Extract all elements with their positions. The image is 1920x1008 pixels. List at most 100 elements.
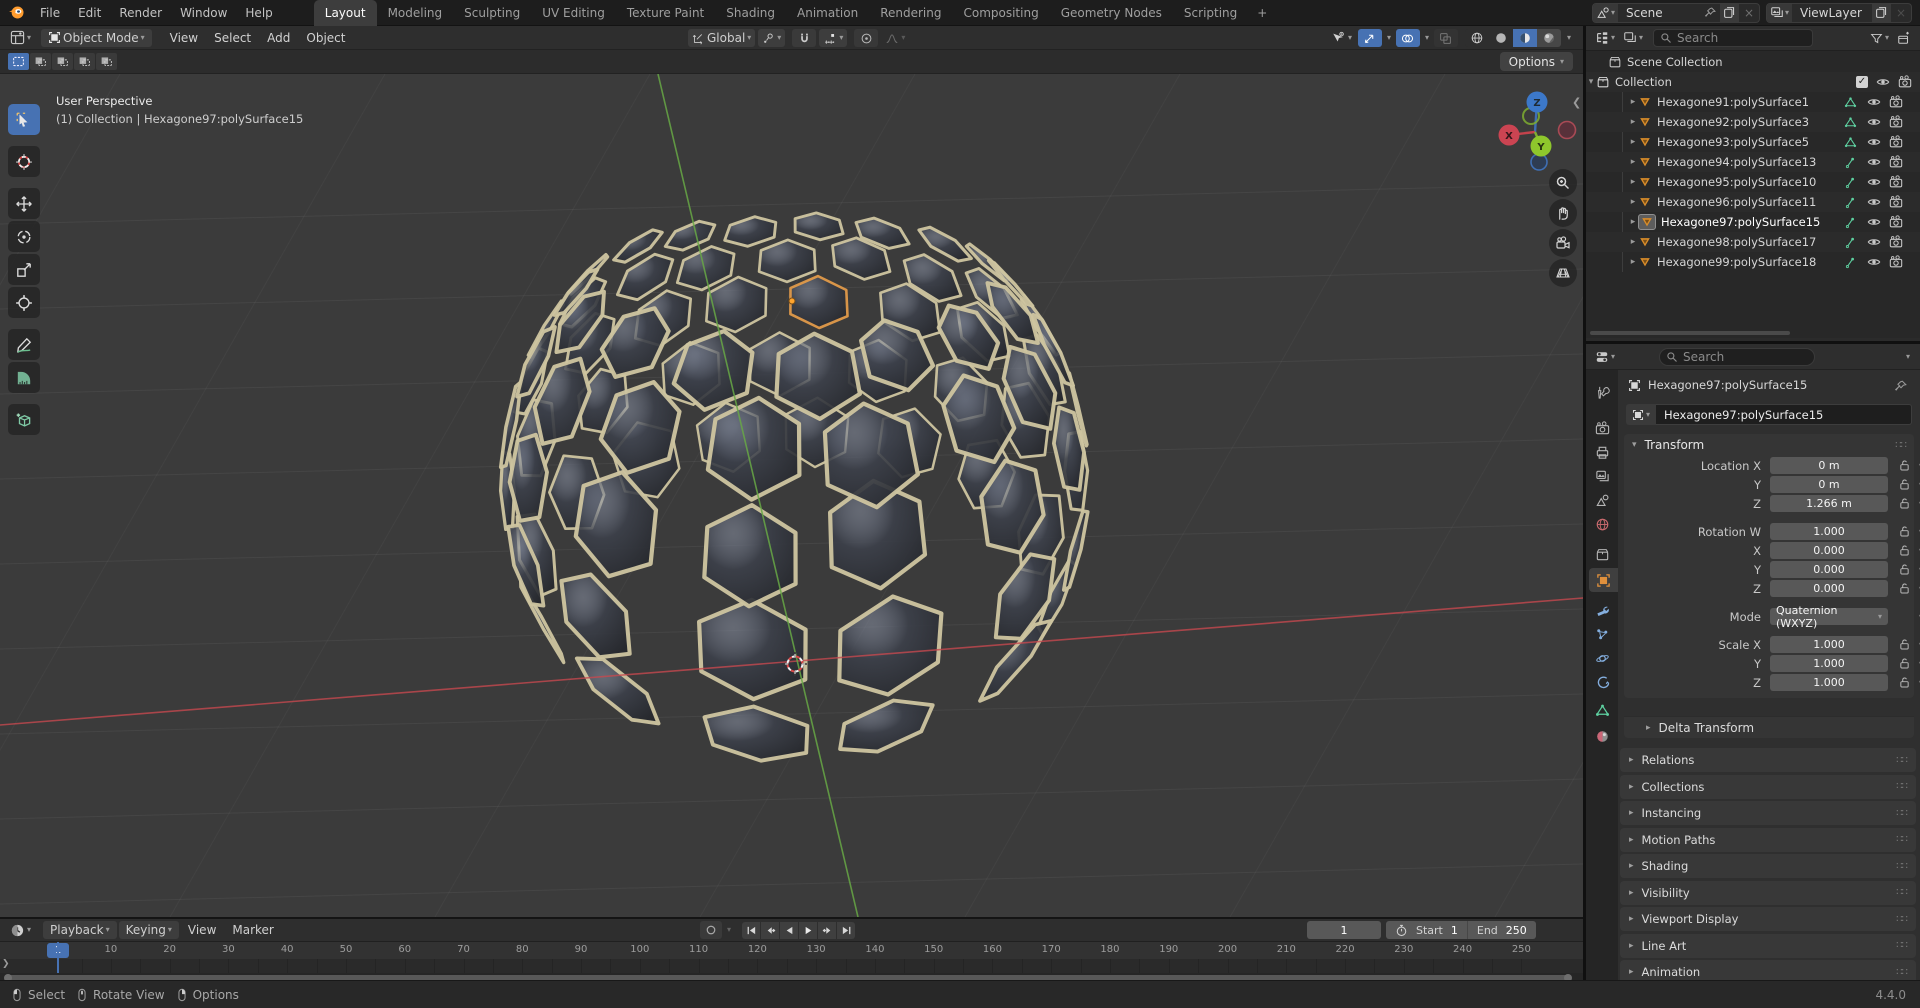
section-visibility[interactable]: ▸Visibility∷∷ [1620, 881, 1916, 905]
collection-expand-icon[interactable]: ▾ [1586, 77, 1596, 87]
select-mode-paint[interactable] [96, 53, 117, 70]
expand-item-icon[interactable]: ▸ [1628, 217, 1638, 227]
outliner-item-row[interactable]: ▸Hexagone94:polySurface13 [1586, 152, 1920, 172]
camera-icon[interactable] [1889, 235, 1903, 249]
new-scene-icon[interactable] [1720, 4, 1739, 22]
pin-id-icon[interactable] [1894, 379, 1908, 393]
lock-icon[interactable] [1898, 638, 1911, 651]
eye-icon[interactable] [1867, 175, 1881, 189]
expand-item-icon[interactable]: ▸ [1628, 257, 1638, 267]
wireframe-shading-button[interactable] [1465, 29, 1489, 47]
eye-icon[interactable] [1867, 115, 1881, 129]
eye-icon[interactable] [1867, 135, 1881, 149]
properties-tab-view-layer[interactable] [1586, 464, 1618, 488]
falloff-dropdown[interactable]: ▾ [881, 29, 909, 47]
section-motion-paths[interactable]: ▸Motion Paths∷∷ [1620, 828, 1916, 852]
transform-value-field[interactable]: 1.000 [1770, 636, 1888, 653]
workspace-tab-compositing[interactable]: Compositing [952, 0, 1049, 26]
add-workspace-button[interactable]: + [1248, 0, 1276, 26]
section-drag-handle[interactable]: ∷∷ [1896, 967, 1907, 978]
jump-end-button[interactable] [837, 922, 855, 939]
expand-item-icon[interactable]: ▸ [1628, 237, 1638, 247]
camera-icon[interactable] [1889, 155, 1903, 169]
lock-icon[interactable] [1898, 497, 1911, 510]
workspace-tab-sculpting[interactable]: Sculpting [453, 0, 531, 26]
viewport-menu-add[interactable]: Add [259, 26, 298, 50]
outliner-search-input[interactable]: Search [1653, 29, 1813, 47]
blender-logo-icon[interactable] [8, 4, 25, 21]
topbar-menu-window[interactable]: Window [171, 0, 236, 26]
section-drag-handle[interactable]: ∷∷ [1896, 914, 1907, 925]
collection-checkbox[interactable]: ✓ [1856, 76, 1868, 88]
material-preview-button[interactable] [1513, 29, 1537, 47]
pivot-point-dropdown[interactable]: ▾ [758, 29, 785, 47]
expand-item-icon[interactable]: ▸ [1628, 157, 1638, 167]
tool-transform-button[interactable] [8, 287, 40, 318]
transform-value-field[interactable]: 0.000 [1770, 561, 1888, 578]
transform-collapse-caret[interactable]: ▾ [1632, 440, 1637, 450]
sidebar-collapse-arrow[interactable]: ❮ [1572, 96, 1581, 109]
xray-toggle[interactable] [1434, 29, 1458, 47]
play-button[interactable] [799, 922, 817, 939]
tool-measure-button[interactable] [8, 362, 40, 393]
topbar-menu-help[interactable]: Help [236, 0, 281, 26]
transform-value-field[interactable]: 1.000 [1770, 674, 1888, 691]
timeline-key-area[interactable] [0, 959, 1583, 973]
show-gizmo-toggle[interactable] [1358, 29, 1382, 47]
transform-value-field[interactable]: 0 m [1770, 476, 1888, 493]
pin-icon[interactable] [1701, 6, 1720, 19]
properties-tab-world[interactable] [1586, 512, 1618, 536]
outliner-item-row[interactable]: ▸Hexagone98:polySurface17 [1586, 232, 1920, 252]
lock-icon[interactable] [1898, 657, 1911, 670]
expand-item-icon[interactable]: ▸ [1628, 117, 1638, 127]
properties-options-caret[interactable]: ▾ [1906, 353, 1910, 361]
outliner-scrollbar[interactable] [1590, 331, 1790, 335]
panel-drag-handle[interactable]: ∷∷ [1895, 440, 1906, 451]
tool-select-box-button[interactable] [8, 104, 40, 135]
section-drag-handle[interactable]: ∷∷ [1896, 861, 1907, 872]
outliner-collection-row[interactable]: ▾Collection✓ [1586, 72, 1920, 92]
outliner-scene-collection-row[interactable]: Scene Collection [1586, 52, 1920, 72]
tool-annotate-button[interactable] [8, 329, 40, 360]
lock-icon[interactable] [1898, 459, 1911, 472]
select-mode-box[interactable] [30, 53, 51, 70]
object-name-input[interactable]: Hexagone97:polySurface15 [1656, 404, 1912, 425]
workspace-tab-uv-editing[interactable]: UV Editing [531, 0, 616, 26]
section-relations[interactable]: ▸Relations∷∷ [1620, 748, 1916, 772]
section-drag-handle[interactable]: ∷∷ [1896, 781, 1907, 792]
delta-transform-section[interactable]: ▸ Delta Transform [1624, 716, 1914, 738]
toggle-ortho-button[interactable] [1549, 259, 1577, 287]
eye-icon[interactable] [1867, 235, 1881, 249]
workspace-tab-texture-paint[interactable]: Texture Paint [616, 0, 715, 26]
properties-tab-object-data[interactable] [1586, 698, 1618, 722]
outliner-display-mode-icon[interactable]: ▾ [1619, 29, 1647, 47]
eye-icon[interactable] [1867, 155, 1881, 169]
show-object-types-dropdown[interactable]: ▾ [1327, 29, 1356, 47]
lock-icon[interactable] [1898, 478, 1911, 491]
expand-item-icon[interactable]: ▸ [1628, 137, 1638, 147]
outliner-item-row[interactable]: ▸Hexagone99:polySurface18 [1586, 252, 1920, 272]
orientation-dropdown[interactable]: Global ▾ [688, 29, 755, 47]
properties-tab-particles[interactable] [1586, 622, 1618, 646]
topbar-menu-file[interactable]: File [31, 0, 69, 26]
workspace-tab-layout[interactable]: Layout [314, 0, 377, 26]
properties-tab-object[interactable] [1589, 568, 1618, 592]
properties-tab-material[interactable] [1586, 724, 1618, 748]
viewport-menu-object[interactable]: Object [298, 26, 353, 50]
current-frame-field[interactable]: 1 [1307, 921, 1381, 939]
outliner-item-row[interactable]: ▸Hexagone92:polySurface3 [1586, 112, 1920, 132]
camera-icon[interactable] [1889, 115, 1903, 129]
viewport-menu-view[interactable]: View [162, 26, 206, 50]
topbar-menu-edit[interactable]: Edit [69, 0, 110, 26]
expand-item-icon[interactable]: ▸ [1628, 197, 1638, 207]
view-layer-icon[interactable]: ▾ [1767, 4, 1792, 22]
pan-hand-button[interactable] [1549, 199, 1577, 227]
expand-item-icon[interactable]: ▸ [1628, 177, 1638, 187]
lock-icon[interactable] [1898, 676, 1911, 689]
timeline-ruler[interactable]: 1020304050607080901001101201301401501601… [0, 942, 1583, 959]
camera-icon[interactable] [1889, 95, 1903, 109]
scene-icon[interactable]: ▾ [1593, 4, 1618, 22]
workspace-tab-modeling[interactable]: Modeling [377, 0, 454, 26]
workspace-tab-scripting[interactable]: Scripting [1173, 0, 1248, 26]
show-overlays-toggle[interactable] [1396, 29, 1420, 47]
